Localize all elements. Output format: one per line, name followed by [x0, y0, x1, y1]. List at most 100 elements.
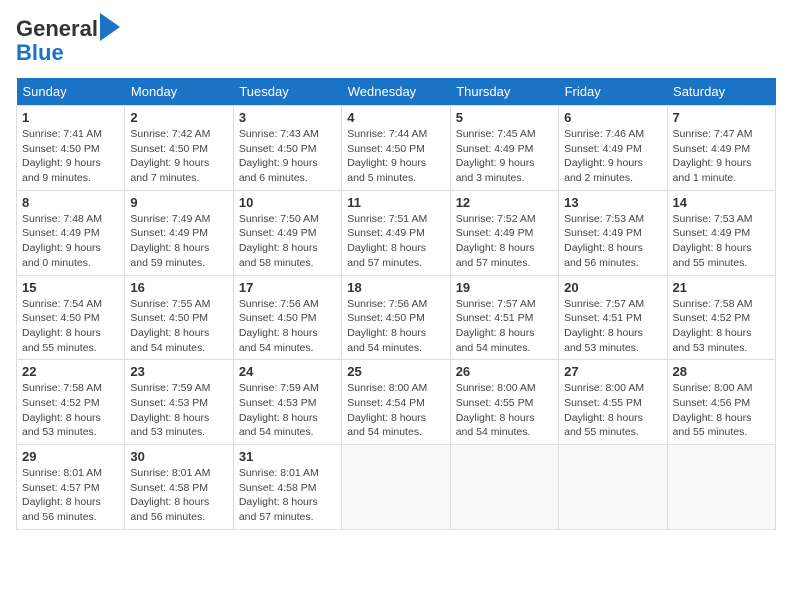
day-info: Sunrise: 7:53 AM Sunset: 4:49 PM Dayligh…	[564, 212, 661, 271]
day-number: 6	[564, 110, 661, 125]
day-info: Sunrise: 7:51 AM Sunset: 4:49 PM Dayligh…	[347, 212, 444, 271]
day-number: 30	[130, 449, 227, 464]
day-number: 19	[456, 280, 553, 295]
calendar-cell: 18 Sunrise: 7:56 AM Sunset: 4:50 PM Dayli…	[342, 275, 450, 360]
day-info: Sunrise: 7:56 AM Sunset: 4:50 PM Dayligh…	[347, 297, 444, 356]
day-number: 3	[239, 110, 336, 125]
calendar-cell: 15 Sunrise: 7:54 AM Sunset: 4:50 PM Dayli…	[17, 275, 125, 360]
day-info: Sunrise: 7:50 AM Sunset: 4:49 PM Dayligh…	[239, 212, 336, 271]
calendar-cell: 16Sunrise: 7:55 AM Sunset: 4:50 PM Dayli…	[125, 275, 233, 360]
day-number: 25	[347, 364, 444, 379]
day-number: 31	[239, 449, 336, 464]
day-number: 11	[347, 195, 444, 210]
day-info: Sunrise: 7:58 AM Sunset: 4:52 PM Dayligh…	[673, 297, 770, 356]
calendar-cell: 6 Sunrise: 7:46 AM Sunset: 4:49 PM Daylig…	[559, 106, 667, 191]
logo-arrow-icon	[100, 13, 120, 41]
day-info: Sunrise: 7:56 AM Sunset: 4:50 PM Dayligh…	[239, 297, 336, 356]
page-header: General Blue	[16, 16, 776, 66]
day-info: Sunrise: 7:43 AM Sunset: 4:50 PM Dayligh…	[239, 127, 336, 186]
day-info: Sunrise: 7:53 AM Sunset: 4:49 PM Dayligh…	[673, 212, 770, 271]
calendar-cell	[559, 445, 667, 530]
day-number: 18	[347, 280, 444, 295]
calendar-cell: 24 Sunrise: 7:59 AM Sunset: 4:53 PM Dayli…	[233, 360, 341, 445]
day-number: 13	[564, 195, 661, 210]
day-number: 7	[673, 110, 770, 125]
weekday-header-friday: Friday	[559, 78, 667, 106]
day-number: 26	[456, 364, 553, 379]
calendar-cell: 19 Sunrise: 7:57 AM Sunset: 4:51 PM Dayli…	[450, 275, 558, 360]
calendar-cell: 20 Sunrise: 7:57 AM Sunset: 4:51 PM Dayli…	[559, 275, 667, 360]
calendar-cell: 22Sunrise: 7:58 AM Sunset: 4:52 PM Dayli…	[17, 360, 125, 445]
calendar-cell	[450, 445, 558, 530]
calendar-cell: 5 Sunrise: 7:45 AM Sunset: 4:49 PM Daylig…	[450, 106, 558, 191]
day-info: Sunrise: 7:59 AM Sunset: 4:53 PM Dayligh…	[130, 381, 227, 440]
calendar-cell: 13 Sunrise: 7:53 AM Sunset: 4:49 PM Dayli…	[559, 190, 667, 275]
calendar-cell: 10 Sunrise: 7:50 AM Sunset: 4:49 PM Dayli…	[233, 190, 341, 275]
day-info: Sunrise: 7:59 AM Sunset: 4:53 PM Dayligh…	[239, 381, 336, 440]
calendar-cell: 12 Sunrise: 7:52 AM Sunset: 4:49 PM Dayli…	[450, 190, 558, 275]
day-number: 12	[456, 195, 553, 210]
day-number: 2	[130, 110, 227, 125]
calendar-cell: 29 Sunrise: 8:01 AM Sunset: 4:57 PM Dayli…	[17, 445, 125, 530]
day-info: Sunrise: 7:52 AM Sunset: 4:49 PM Dayligh…	[456, 212, 553, 271]
calendar-cell: 25 Sunrise: 8:00 AM Sunset: 4:54 PM Dayli…	[342, 360, 450, 445]
day-number: 21	[673, 280, 770, 295]
day-number: 5	[456, 110, 553, 125]
day-number: 8	[22, 195, 119, 210]
calendar-cell: 3 Sunrise: 7:43 AM Sunset: 4:50 PM Daylig…	[233, 106, 341, 191]
day-info: Sunrise: 7:49 AM Sunset: 4:49 PM Dayligh…	[130, 212, 227, 271]
calendar-cell	[667, 445, 775, 530]
day-number: 1	[22, 110, 119, 125]
calendar-cell: 23 Sunrise: 7:59 AM Sunset: 4:53 PM Dayli…	[125, 360, 233, 445]
day-info: Sunrise: 7:57 AM Sunset: 4:51 PM Dayligh…	[564, 297, 661, 356]
day-number: 23	[130, 364, 227, 379]
day-info: Sunrise: 8:01 AM Sunset: 4:58 PM Dayligh…	[130, 466, 227, 525]
calendar-cell: 1 Sunrise: 7:41 AM Sunset: 4:50 PM Daylig…	[17, 106, 125, 191]
calendar-cell: 4Sunrise: 7:44 AM Sunset: 4:50 PM Daylig…	[342, 106, 450, 191]
day-info: Sunrise: 7:57 AM Sunset: 4:51 PM Dayligh…	[456, 297, 553, 356]
day-info: Sunrise: 8:01 AM Sunset: 4:57 PM Dayligh…	[22, 466, 119, 525]
calendar-cell: 9 Sunrise: 7:49 AM Sunset: 4:49 PM Daylig…	[125, 190, 233, 275]
day-info: Sunrise: 7:47 AM Sunset: 4:49 PM Dayligh…	[673, 127, 770, 186]
day-info: Sunrise: 8:00 AM Sunset: 4:56 PM Dayligh…	[673, 381, 770, 440]
day-info: Sunrise: 7:46 AM Sunset: 4:49 PM Dayligh…	[564, 127, 661, 186]
logo-text-general: General	[16, 16, 98, 42]
weekday-header-monday: Monday	[125, 78, 233, 106]
day-info: Sunrise: 7:45 AM Sunset: 4:49 PM Dayligh…	[456, 127, 553, 186]
calendar-cell: 31 Sunrise: 8:01 AM Sunset: 4:58 PM Dayli…	[233, 445, 341, 530]
day-number: 29	[22, 449, 119, 464]
day-info: Sunrise: 7:41 AM Sunset: 4:50 PM Dayligh…	[22, 127, 119, 186]
day-number: 10	[239, 195, 336, 210]
calendar-cell: 2 Sunrise: 7:42 AM Sunset: 4:50 PM Daylig…	[125, 106, 233, 191]
day-info: Sunrise: 7:44 AM Sunset: 4:50 PM Dayligh…	[347, 127, 444, 186]
day-info: Sunrise: 8:00 AM Sunset: 4:55 PM Dayligh…	[564, 381, 661, 440]
calendar-cell: 17Sunrise: 7:56 AM Sunset: 4:50 PM Dayli…	[233, 275, 341, 360]
calendar-cell: 7 Sunrise: 7:47 AM Sunset: 4:49 PM Daylig…	[667, 106, 775, 191]
day-info: Sunrise: 8:00 AM Sunset: 4:54 PM Dayligh…	[347, 381, 444, 440]
logo: General Blue	[16, 16, 120, 66]
day-number: 24	[239, 364, 336, 379]
day-info: Sunrise: 8:01 AM Sunset: 4:58 PM Dayligh…	[239, 466, 336, 525]
day-number: 20	[564, 280, 661, 295]
calendar-cell: 11 Sunrise: 7:51 AM Sunset: 4:49 PM Dayli…	[342, 190, 450, 275]
calendar-cell: 8Sunrise: 7:48 AM Sunset: 4:49 PM Daylig…	[17, 190, 125, 275]
logo-text-blue: Blue	[16, 40, 64, 66]
calendar-cell: 28 Sunrise: 8:00 AM Sunset: 4:56 PM Dayli…	[667, 360, 775, 445]
calendar-cell: 21 Sunrise: 7:58 AM Sunset: 4:52 PM Dayli…	[667, 275, 775, 360]
weekday-header-wednesday: Wednesday	[342, 78, 450, 106]
day-number: 9	[130, 195, 227, 210]
weekday-header-sunday: Sunday	[17, 78, 125, 106]
day-number: 16	[130, 280, 227, 295]
day-info: Sunrise: 7:54 AM Sunset: 4:50 PM Dayligh…	[22, 297, 119, 356]
day-number: 22	[22, 364, 119, 379]
day-number: 27	[564, 364, 661, 379]
calendar-cell: 27 Sunrise: 8:00 AM Sunset: 4:55 PM Dayli…	[559, 360, 667, 445]
day-info: Sunrise: 7:42 AM Sunset: 4:50 PM Dayligh…	[130, 127, 227, 186]
calendar-cell	[342, 445, 450, 530]
day-info: Sunrise: 8:00 AM Sunset: 4:55 PM Dayligh…	[456, 381, 553, 440]
day-number: 15	[22, 280, 119, 295]
weekday-header-tuesday: Tuesday	[233, 78, 341, 106]
day-number: 28	[673, 364, 770, 379]
calendar-cell: 30 Sunrise: 8:01 AM Sunset: 4:58 PM Dayli…	[125, 445, 233, 530]
calendar-cell: 26 Sunrise: 8:00 AM Sunset: 4:55 PM Dayli…	[450, 360, 558, 445]
